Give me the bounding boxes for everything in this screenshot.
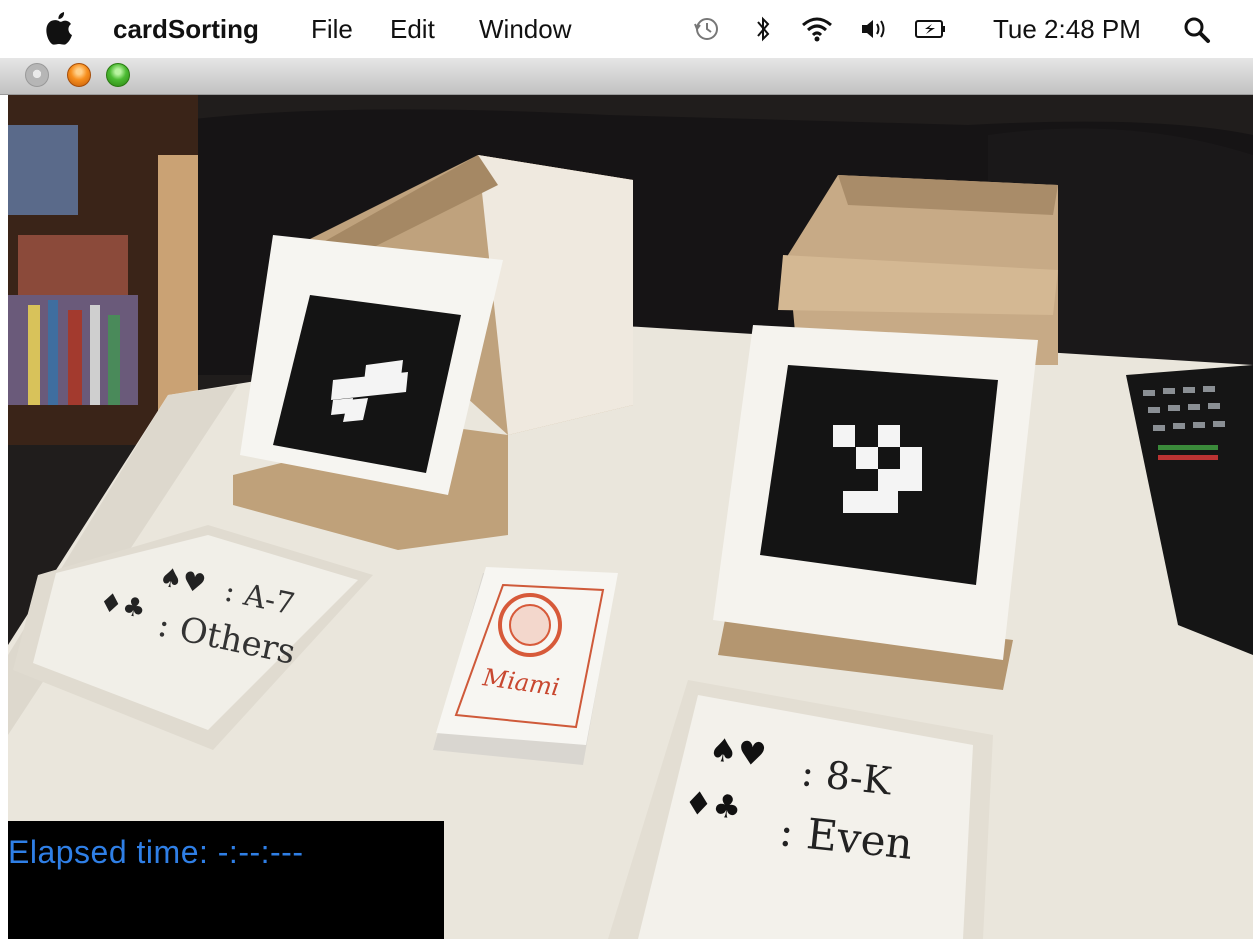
menu-clock[interactable]: Tue 2:48 PM xyxy=(993,13,1141,45)
apple-menu-icon[interactable] xyxy=(44,10,74,46)
svg-text:♦♣: ♦♣ xyxy=(682,783,743,827)
svg-text:♠♥: ♠♥ xyxy=(707,730,768,774)
menu-bar: cardSorting File Edit Window Tue 2:48 PM xyxy=(0,0,1253,58)
spotlight-search-icon[interactable] xyxy=(1180,14,1214,46)
app-name-menu[interactable]: cardSorting xyxy=(113,13,259,45)
menu-file[interactable]: File xyxy=(311,13,353,45)
menu-window[interactable]: Window xyxy=(479,13,571,45)
bluetooth-icon[interactable] xyxy=(746,14,780,44)
battery-icon[interactable] xyxy=(914,14,948,44)
close-button-disabled[interactable] xyxy=(25,63,49,87)
volume-icon[interactable] xyxy=(858,14,892,44)
window-titlebar[interactable] xyxy=(0,58,1253,95)
camera-scene: ♠♥ : A-7 ♦♣ : Others Miami ♠♥ : 8-K ♦♣ :… xyxy=(8,95,1253,939)
minimize-button[interactable] xyxy=(67,63,91,87)
camera-view: ♠♥ : A-7 ♦♣ : Others Miami ♠♥ : 8-K ♦♣ :… xyxy=(8,95,1253,939)
elapsed-time-label: Elapsed time: -:--:--- xyxy=(8,834,304,870)
menu-edit[interactable]: Edit xyxy=(390,13,435,45)
zoom-button[interactable] xyxy=(106,63,130,87)
time-machine-icon[interactable] xyxy=(690,14,724,44)
elapsed-time-panel: Elapsed time: -:--:--- xyxy=(8,821,444,939)
wifi-icon[interactable] xyxy=(800,14,834,44)
